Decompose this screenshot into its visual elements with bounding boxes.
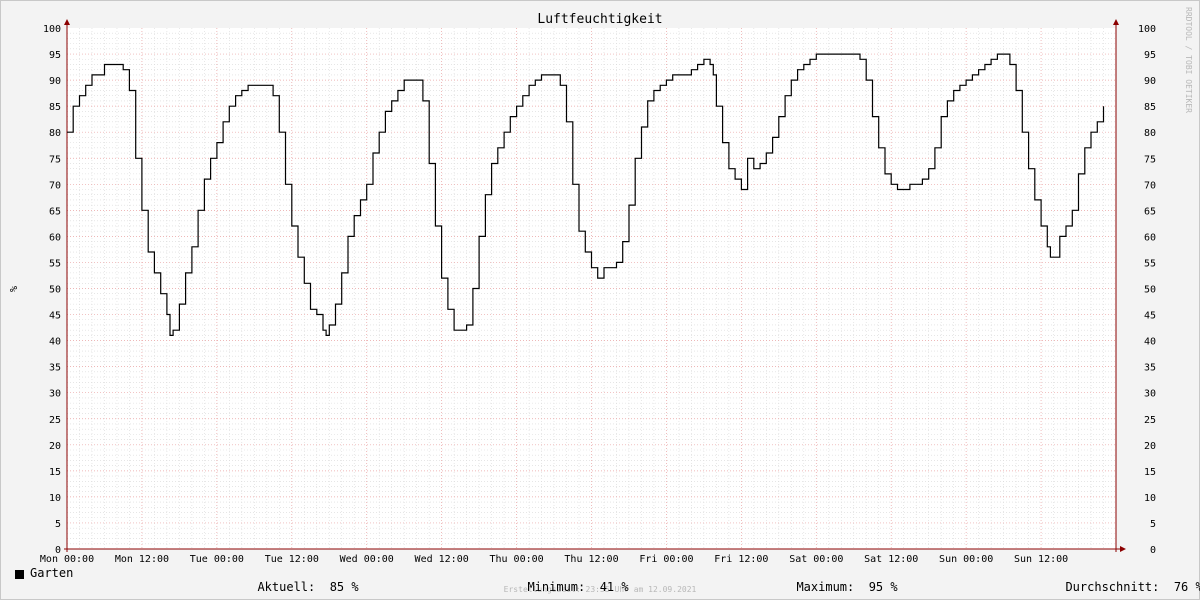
- legend-average: Durchschnitt: 76 %: [1051, 566, 1200, 594]
- x-tick-label: Fri 00:00: [639, 554, 693, 565]
- x-tick-label: Sat 00:00: [789, 554, 843, 565]
- y-tick-label-right: 10: [1144, 493, 1156, 504]
- x-tick-label: Fri 12:00: [714, 554, 768, 565]
- y-tick-labels-right: 0 5 10 15 20 25 30 35 40 45 50 55 60 65 70 75 80 85 90 95 10…: [1138, 24, 1156, 556]
- y-tick-label: 60: [49, 232, 61, 243]
- legend-maximum: Maximum: 95 %: [782, 566, 898, 594]
- x-tick-label: Tue 00:00: [190, 554, 244, 565]
- y-tick-label: 15: [49, 467, 61, 478]
- legend-swatch: [15, 570, 24, 579]
- chart-title: Luftfeuchtigkeit: [537, 12, 662, 27]
- x-tick-label: Sun 12:00: [1014, 554, 1068, 565]
- x-axis-arrow: [1120, 546, 1126, 552]
- y-tick-label-right: 35: [1144, 363, 1156, 374]
- y-axis-label-left: %: [7, 286, 18, 292]
- legend-max-label: Maximum:: [796, 580, 855, 594]
- y-axis-arrow-left: [64, 19, 70, 25]
- legend-max-value: 95 %: [868, 580, 898, 594]
- y-tick-label: 75: [49, 154, 61, 165]
- y-tick-label: 5: [55, 519, 61, 530]
- legend-current-value: 85 %: [329, 580, 359, 594]
- y-tick-label-right: 65: [1144, 206, 1156, 217]
- x-tick-label: Sun 00:00: [939, 554, 993, 565]
- y-tick-label-right: 85: [1144, 102, 1156, 113]
- y-tick-label-right: 30: [1144, 389, 1156, 400]
- y-tick-label: 65: [49, 206, 61, 217]
- watermark: RRDTOOL / TOBI OETIKER: [1184, 7, 1193, 113]
- legend-avg-value: 76 %: [1173, 580, 1200, 594]
- y-tick-labels-left: 0510152025303540455055606570758085909510…: [43, 24, 61, 556]
- y-tick-label-right: 75: [1144, 154, 1156, 165]
- humidity-chart: 0 5 10 15 20 25 30 35 40 45 50 55 60 65 70 75 80 85 90 95 10…: [7, 7, 1193, 594]
- y-tick-label-right: 70: [1144, 180, 1156, 191]
- x-tick-label: Sat 12:00: [864, 554, 918, 565]
- x-tick-label: Mon 12:00: [115, 554, 169, 565]
- x-tick-label: Thu 00:00: [489, 554, 543, 565]
- y-tick-label: 30: [49, 389, 61, 400]
- legend-minimum: Minimum: 41 %: [513, 566, 629, 594]
- y-tick-label-right: 5: [1150, 519, 1156, 530]
- y-tick-label-right: 0: [1150, 545, 1156, 556]
- y-tick-label-right: 25: [1144, 415, 1156, 426]
- legend-avg-label: Durchschnitt:: [1065, 580, 1160, 594]
- y-tick-label-right: 45: [1144, 311, 1156, 322]
- y-tick-label: 10: [49, 493, 61, 504]
- y-tick-label: 95: [49, 50, 61, 61]
- y-tick-label: 100: [43, 24, 61, 35]
- y-tick-label-right: 100: [1138, 24, 1156, 35]
- legend-current: Aktuell: 85 %: [243, 566, 359, 594]
- x-tick-labels: Mon 00:00 Mon 12:00 Tue 00:00 Tue 12:00 Wed …: [40, 554, 1068, 565]
- x-tick-label: Mon 00:00: [40, 554, 94, 565]
- y-tick-label: 55: [49, 258, 61, 269]
- legend-min-value: 41 %: [599, 580, 629, 594]
- y-tick-label: 45: [49, 311, 61, 322]
- x-tick-label: Thu 12:00: [564, 554, 618, 565]
- y-tick-label-right: 40: [1144, 337, 1156, 348]
- y-tick-label-right: 80: [1144, 128, 1156, 139]
- y-tick-label: 35: [49, 363, 61, 374]
- y-tick-label: 80: [49, 128, 61, 139]
- y-tick-label-right: 95: [1144, 50, 1156, 61]
- y-tick-label-right: 60: [1144, 232, 1156, 243]
- legend-series-label: Garten: [30, 566, 74, 580]
- x-tick-label: Tue 12:00: [265, 554, 319, 565]
- y-tick-label: 90: [49, 76, 61, 87]
- y-tick-label-right: 20: [1144, 441, 1156, 452]
- y-tick-label: 85: [49, 102, 61, 113]
- legend-current-label: Aktuell:: [257, 580, 316, 594]
- y-axis-arrow-right: [1113, 19, 1119, 25]
- y-tick-label-right: 50: [1144, 285, 1156, 296]
- legend-min-label: Minimum:: [527, 580, 586, 594]
- y-tick-label: 70: [49, 180, 61, 191]
- y-tick-label-right: 55: [1144, 258, 1156, 269]
- y-tick-label: 50: [49, 285, 61, 296]
- y-tick-label-right: 15: [1144, 467, 1156, 478]
- x-tick-label: Wed 12:00: [415, 554, 469, 565]
- x-tick-label: Wed 00:00: [340, 554, 394, 565]
- y-tick-label: 25: [49, 415, 61, 426]
- y-tick-label: 40: [49, 337, 61, 348]
- y-tick-label: 20: [49, 441, 61, 452]
- y-tick-label-right: 90: [1144, 76, 1156, 87]
